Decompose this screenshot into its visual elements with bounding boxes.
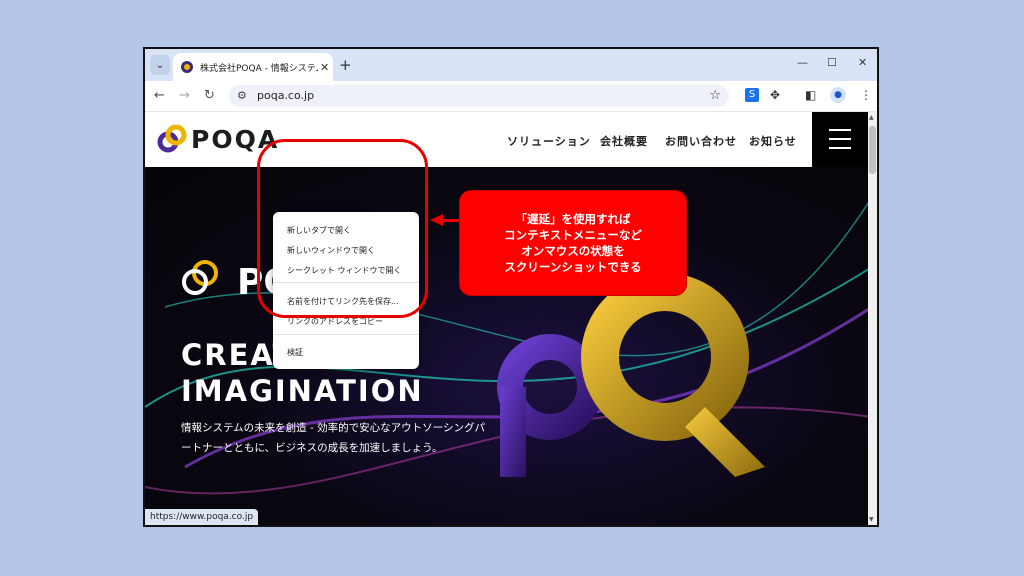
- site-header: POQA ソリューション 会社概要 お問い合わせ お知らせ: [145, 112, 868, 167]
- ctx-inspect[interactable]: 検証: [287, 347, 303, 358]
- callout-line2: コンテキストメニューなど: [504, 228, 642, 242]
- tab-search-icon[interactable]: ⌄: [150, 55, 170, 75]
- new-tab-icon[interactable]: +: [339, 56, 352, 74]
- site-logo[interactable]: POQA: [157, 123, 279, 155]
- nav-solution[interactable]: ソリューション: [507, 133, 591, 149]
- bookmark-star-icon[interactable]: ☆: [709, 88, 721, 103]
- browser-toolbar: ← → ↻ ⚙ poqa.co.jp ☆ S ✥ ◧ ● ⋮: [145, 81, 877, 112]
- tab-close-icon[interactable]: ✕: [320, 61, 329, 74]
- hamburger-menu-button[interactable]: [812, 112, 868, 167]
- tab-active[interactable]: 株式会社POQA - 情報システムの… ✕: [173, 53, 333, 81]
- back-icon[interactable]: ←: [154, 88, 165, 103]
- poqa-favicon-icon: [181, 61, 193, 73]
- url-text[interactable]: poqa.co.jp: [257, 89, 314, 102]
- scroll-down-icon[interactable]: ▼: [869, 516, 874, 523]
- extension-s-icon[interactable]: S: [745, 88, 759, 102]
- nav-company[interactable]: 会社概要: [600, 133, 648, 149]
- annotation-callout: 「遅延」を使用すれば コンテキストメニューなど オンマウスの状態を スクリーンシ…: [459, 190, 687, 296]
- callout-line4: スクリーンショットできる: [504, 260, 642, 274]
- minimize-icon[interactable]: —: [797, 56, 808, 69]
- web-page: POQA ソリューション 会社概要 お問い合わせ お知らせ PO CREATIO…: [145, 112, 868, 525]
- extensions-puzzle-icon[interactable]: ✥: [770, 88, 780, 102]
- hero-subtitle-line2: ートナーとともに、ビジネスの成長を加速しましょう。: [181, 442, 443, 454]
- nav-news[interactable]: お知らせ: [749, 133, 797, 149]
- profile-avatar-icon[interactable]: ●: [830, 87, 846, 103]
- scroll-up-icon[interactable]: ▲: [869, 114, 874, 121]
- tab-strip: ⌄ 株式会社POQA - 情報システムの… ✕ + — ☐ ✕: [145, 49, 877, 81]
- scrollbar-thumb[interactable]: [869, 126, 876, 174]
- hero-subtitle: 情報システムの未来を創造 - 効率的で安心なアウトソーシングパ ートナーとともに…: [181, 418, 485, 458]
- site-info-icon[interactable]: ⚙: [237, 89, 247, 102]
- ctx-separator: [273, 334, 419, 335]
- more-menu-icon[interactable]: ⋮: [860, 88, 872, 102]
- reload-icon[interactable]: ↻: [204, 88, 215, 103]
- forward-icon[interactable]: →: [179, 88, 190, 103]
- annotation-highlight-ring: [257, 139, 428, 318]
- side-panel-icon[interactable]: ◧: [805, 88, 816, 102]
- page-scrollbar[interactable]: ▲ ▼: [868, 112, 877, 525]
- hero-subtitle-line1: 情報システムの未来を創造 - 効率的で安心なアウトソーシングパ: [181, 422, 485, 434]
- nav-contact[interactable]: お問い合わせ: [665, 133, 737, 149]
- address-bar[interactable]: ⚙ poqa.co.jp ☆: [229, 85, 729, 107]
- hero-title-line2: IMAGINATION: [181, 374, 424, 408]
- status-bar-url: https://www.poqa.co.jp: [145, 509, 259, 525]
- poqa-logo-icon: [157, 124, 187, 153]
- callout-line3: オンマウスの状態を: [521, 244, 625, 258]
- close-window-icon[interactable]: ✕: [858, 56, 867, 69]
- tab-title: 株式会社POQA - 情報システムの…: [200, 63, 318, 74]
- maximize-icon[interactable]: ☐: [827, 56, 837, 69]
- callout-line1: 「遅延」を使用すれば: [515, 212, 631, 226]
